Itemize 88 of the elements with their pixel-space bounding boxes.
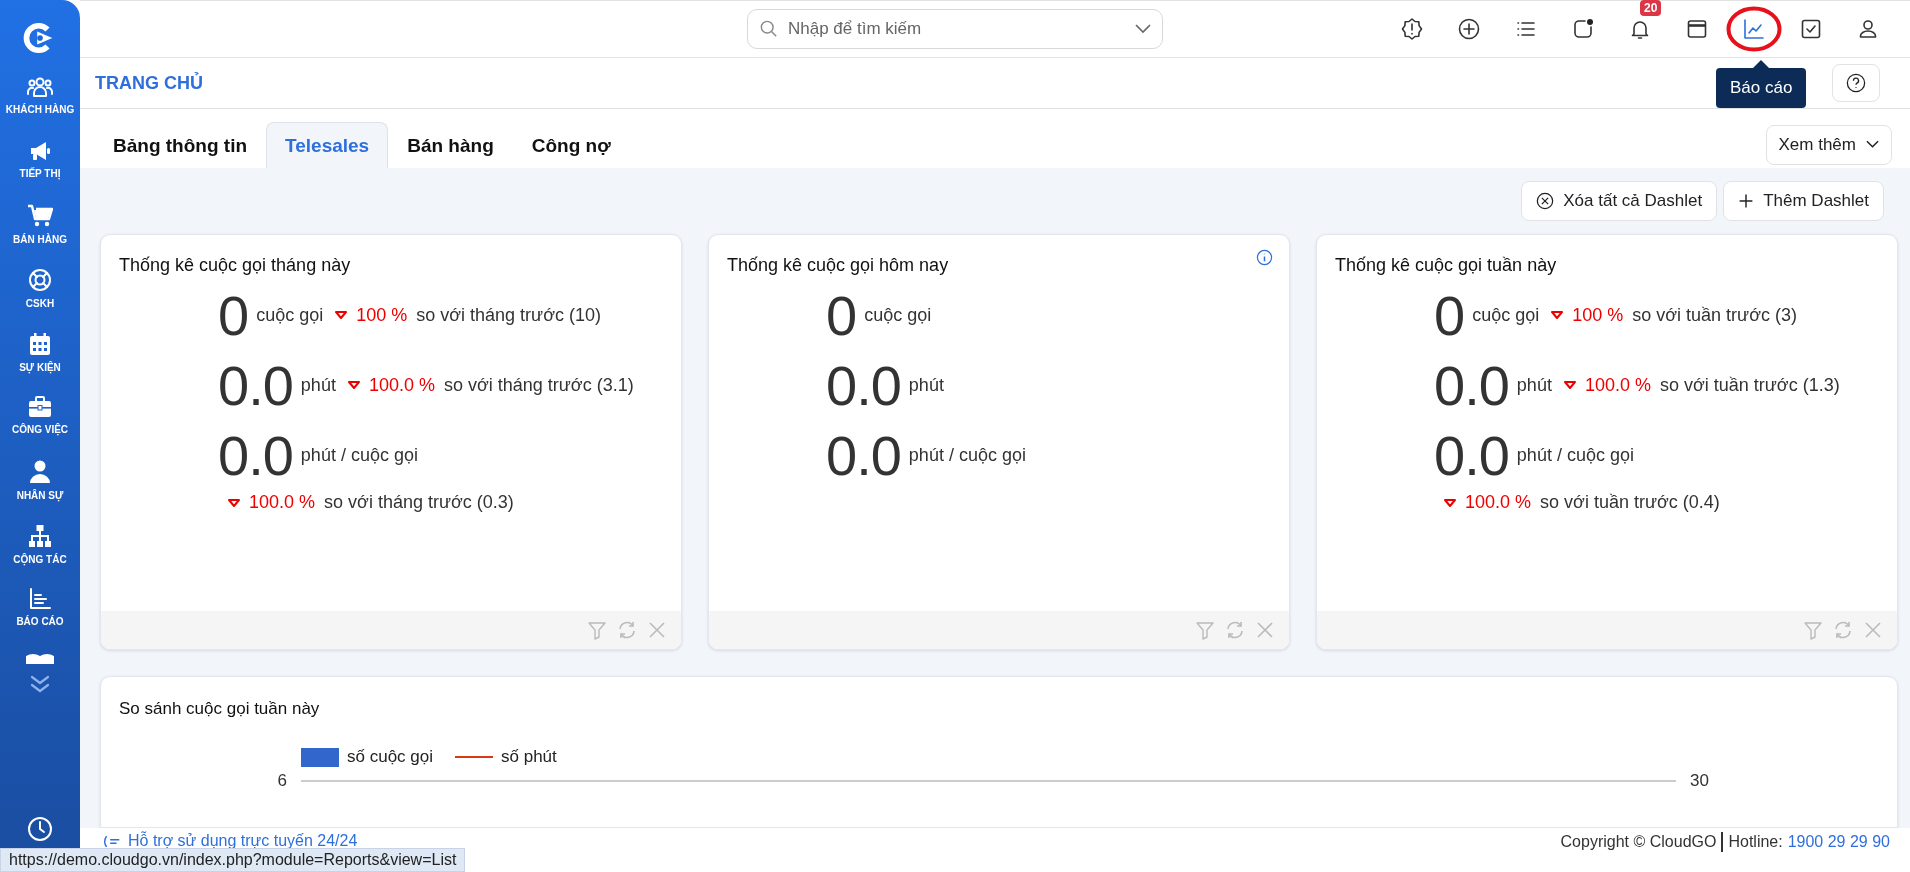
plus-icon bbox=[1738, 193, 1755, 209]
more-dropdown[interactable]: Xem thêm bbox=[1765, 124, 1892, 165]
calendar-icon bbox=[29, 332, 51, 356]
stat-value: 0.0 bbox=[218, 422, 293, 488]
hotline-label: Hotline: bbox=[1728, 833, 1783, 851]
cart-icon bbox=[27, 204, 53, 228]
calendar-icon[interactable] bbox=[1685, 17, 1709, 41]
briefcase-icon bbox=[28, 396, 52, 418]
sidebar-item[interactable]: CỘNG TÁC bbox=[13, 524, 67, 588]
org-chart-icon bbox=[28, 524, 52, 548]
stat-unit: phút bbox=[908, 374, 944, 396]
hotline-link[interactable]: 1900 29 29 90 bbox=[1787, 833, 1890, 851]
stat-value: 0 bbox=[218, 282, 249, 348]
sidebar-item[interactable]: BÁN HÀNG bbox=[13, 204, 67, 268]
card-title: So sánh cuộc gọi tuần này bbox=[119, 699, 321, 720]
info-icon[interactable] bbox=[1256, 249, 1273, 266]
clock-icon[interactable] bbox=[27, 816, 53, 842]
change-percent: 100.0 % bbox=[368, 374, 435, 396]
support-link[interactable]: Hỗ trợ sử dụng trực tuyến 24/24 bbox=[128, 832, 358, 850]
stat-value: 0 bbox=[826, 282, 857, 348]
square-dot-icon[interactable] bbox=[1571, 17, 1595, 41]
stat-value: 0 bbox=[1434, 282, 1465, 348]
sidebar-item[interactable]: BÁO CÁO bbox=[16, 588, 64, 652]
bar-chart-icon bbox=[29, 588, 51, 610]
checkbox-icon[interactable] bbox=[1799, 17, 1823, 41]
sidebar-item[interactable]: NHÂN SỰ bbox=[16, 460, 64, 524]
stat-value: 0.0 bbox=[826, 422, 901, 488]
person-icon bbox=[29, 460, 51, 484]
sidebar-item[interactable]: KHÁCH HÀNG bbox=[5, 76, 75, 140]
comparison-text: so với tuần trước (0.4) bbox=[1540, 492, 1720, 513]
card-title: Thống kê cuộc gọi tháng này bbox=[119, 255, 351, 276]
axis-tick-label: 30 bbox=[1690, 771, 1709, 792]
stat-unit: phút / cuộc gọi bbox=[300, 444, 418, 466]
stat-value: 0.0 bbox=[218, 352, 293, 418]
copyright-text: Copyright © CloudGO bbox=[1560, 833, 1717, 851]
stat-unit: cuộc gọi bbox=[864, 304, 932, 326]
change-percent: 100.0 % bbox=[249, 492, 316, 513]
comparison-text: so với tháng trước (0.3) bbox=[324, 492, 514, 513]
users-icon bbox=[27, 76, 53, 98]
dashlet-button[interactable]: Xóa tất cả Dashlet bbox=[1521, 181, 1718, 221]
chevron-down-icon bbox=[1135, 24, 1151, 34]
dashlet-button[interactable]: Thêm Dashlet bbox=[1723, 181, 1884, 221]
help-icon bbox=[1846, 73, 1866, 93]
lifebuoy-icon bbox=[28, 268, 52, 292]
tab[interactable]: Telesales bbox=[266, 122, 389, 168]
stat-unit: phút / cuộc gọi bbox=[1516, 444, 1634, 466]
change-percent: 100 % bbox=[1572, 304, 1624, 326]
stat-unit: cuộc gọi bbox=[1472, 304, 1540, 326]
close-circle-icon bbox=[1536, 192, 1555, 210]
stat-value: 0.0 bbox=[1434, 422, 1509, 488]
stat-unit: phút bbox=[1516, 374, 1552, 396]
chevron-down-icon bbox=[1866, 140, 1879, 149]
status-bar-url: https://demo.cloudgo.vn/index.php?module=Reports&view=List bbox=[0, 848, 466, 872]
search-icon bbox=[760, 20, 778, 38]
change-percent: 100.0 % bbox=[1584, 374, 1651, 396]
stat-unit: phút bbox=[300, 374, 336, 396]
tab[interactable]: Bán hàng bbox=[388, 122, 513, 168]
legend-label: số phút bbox=[501, 747, 557, 768]
sidebar-item[interactable]: CSKH bbox=[25, 268, 55, 332]
stat-unit: cuộc gọi bbox=[256, 304, 324, 326]
axis-tick-label: 6 bbox=[277, 771, 287, 791]
alert-icon[interactable] bbox=[1400, 17, 1424, 41]
tab[interactable]: Công nợ bbox=[512, 122, 630, 168]
sidebar-item[interactable]: CÔNG VIỆC bbox=[11, 396, 69, 460]
help-button[interactable] bbox=[1832, 64, 1880, 102]
line-chart-icon[interactable] bbox=[1742, 17, 1766, 41]
card-title: Thống kê cuộc gọi tuần này bbox=[1335, 255, 1557, 276]
page-title: TRANG CHỦ bbox=[95, 72, 203, 94]
stat-value: 0.0 bbox=[1434, 352, 1509, 418]
megaphone-icon bbox=[28, 140, 52, 162]
tooltip: Báo cáo bbox=[1716, 60, 1807, 108]
change-percent: 100.0 % bbox=[1465, 492, 1532, 513]
comparison-text: so với tuần trước (1.3) bbox=[1659, 374, 1840, 396]
comparison-text: so với tháng trước (3.1) bbox=[443, 374, 634, 396]
stat-unit: phút / cuộc gọi bbox=[908, 444, 1026, 466]
notification-badge: 20 bbox=[1640, 0, 1662, 16]
comparison-text: so với tuần trước (3) bbox=[1632, 304, 1797, 326]
search-field[interactable]: Nhập để tìm kiếm bbox=[747, 9, 1163, 49]
add-icon[interactable] bbox=[1457, 17, 1481, 41]
sidebar-item[interactable]: TIẾP THỊ bbox=[19, 140, 61, 204]
tab[interactable]: Bảng thông tin bbox=[94, 122, 267, 168]
legend-label: số cuộc gọi bbox=[347, 747, 433, 768]
change-percent: 100 % bbox=[356, 304, 408, 326]
sidebar-item[interactable]: SỰ KIỆN bbox=[19, 332, 61, 396]
stat-value: 0.0 bbox=[826, 352, 901, 418]
comparison-text: so với tháng trước (10) bbox=[416, 304, 601, 326]
card-title: Thống kê cuộc gọi hôm nay bbox=[727, 255, 949, 276]
chevrons-down-icon[interactable] bbox=[29, 674, 51, 694]
